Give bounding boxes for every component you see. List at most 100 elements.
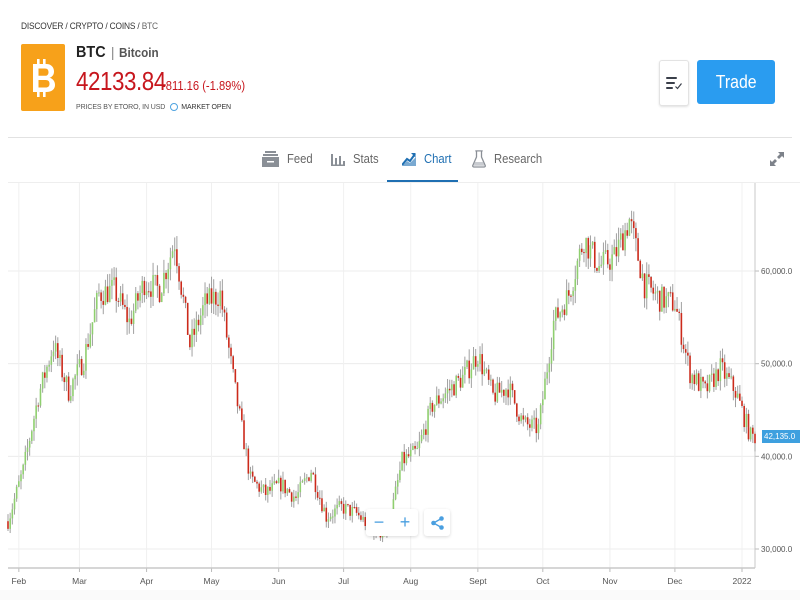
candle-up [485, 369, 488, 371]
share-button[interactable] [424, 509, 450, 536]
candle-down [650, 276, 652, 288]
x-tick-label: Jul [338, 576, 349, 586]
candle-up [336, 504, 338, 509]
candle-up [195, 319, 198, 335]
candle-down [689, 355, 691, 384]
candle-down [563, 309, 566, 315]
candle-down [596, 267, 598, 271]
candle-up [167, 269, 170, 280]
breadcrumb-crypto[interactable]: CRYPTO [70, 21, 104, 32]
candle-down [126, 306, 128, 323]
candle-down [178, 266, 180, 282]
candle-up [20, 474, 22, 482]
price-row: 42133.84 -811.16 (-1.89%) [76, 66, 259, 97]
candle-up [301, 480, 304, 483]
candle-up [160, 293, 163, 302]
candle-up [173, 249, 176, 252]
watchlist-icon [666, 77, 682, 90]
candle-up [163, 272, 165, 294]
current-price: 42133.84 [76, 66, 166, 96]
candle-down [704, 381, 706, 384]
candle-up [695, 373, 698, 385]
candle-down [713, 373, 715, 387]
candle-up [95, 292, 98, 310]
candle-down [587, 238, 590, 259]
candle-up [282, 479, 284, 492]
candle-up [78, 358, 81, 365]
tab-feed[interactable]: Feed [262, 138, 316, 180]
candle-up [35, 405, 37, 419]
candle-up [470, 369, 473, 379]
candle-up [451, 384, 453, 391]
candle-down [684, 349, 687, 353]
candle-down [360, 515, 362, 520]
x-tick-label: Sept [469, 576, 487, 586]
candle-down [290, 492, 293, 502]
candle-down [717, 369, 719, 382]
candle-down [522, 415, 525, 420]
candle-down [223, 309, 226, 313]
candle-up [574, 279, 577, 291]
watchlist-button[interactable] [659, 60, 689, 106]
tab-chart[interactable]: Chart [402, 138, 455, 180]
candle-up [405, 454, 408, 464]
candle-up [661, 286, 663, 312]
candle-up [667, 292, 670, 297]
market-status: MARKET OPEN [181, 103, 231, 111]
trade-button[interactable]: Trade [697, 60, 775, 104]
candle-down [754, 433, 756, 444]
tab-stats[interactable]: Stats [331, 138, 382, 180]
candle-up [719, 358, 722, 382]
candle-up [54, 343, 57, 352]
candle-up [262, 484, 265, 488]
candle-down [635, 228, 637, 239]
candle-up [604, 250, 607, 252]
candle-up [578, 248, 581, 261]
x-tick-label: Mar [72, 576, 87, 586]
candle-up [533, 417, 535, 420]
candle-down [626, 230, 629, 236]
candle-up [598, 266, 600, 271]
candle-up [169, 257, 172, 270]
candle-down [535, 417, 538, 434]
candle-up [440, 401, 442, 404]
candle-down [580, 248, 583, 253]
candle-up [171, 251, 174, 258]
x-tick-label: Apr [140, 576, 153, 586]
candle-up [306, 477, 308, 479]
candle-up [490, 379, 492, 381]
breadcrumb-discover[interactable]: DISCOVER [21, 21, 63, 32]
candle-down [197, 319, 200, 326]
candle-up [444, 393, 447, 399]
candle-down [702, 376, 704, 382]
candle-up [401, 451, 403, 471]
candle-up [299, 482, 302, 493]
x-tick-label: May [203, 576, 220, 586]
candle-up [331, 516, 334, 518]
candle-down [403, 451, 406, 464]
zoom-in-button[interactable]: + [392, 509, 418, 536]
candle-down [221, 290, 224, 310]
zoom-out-button[interactable]: − [366, 509, 392, 536]
candle-down [243, 420, 245, 450]
candle-down [747, 413, 750, 440]
candle-up [31, 431, 33, 441]
breadcrumb-coins[interactable]: COINS [110, 21, 136, 32]
candle-down [228, 337, 230, 348]
candle-down [676, 308, 678, 312]
candle-up [555, 307, 557, 321]
candle-up [26, 447, 29, 452]
price-chart[interactable]: 60,000.0 50,000.0 40,000.0 30,000.0 Feb Mar Ap… [0, 183, 800, 600]
tab-research[interactable]: Research [472, 138, 548, 180]
candle-down [217, 304, 219, 307]
candle-up [260, 487, 263, 492]
candle-up [461, 374, 464, 388]
candle-up [433, 404, 436, 412]
expand-button[interactable] [768, 150, 786, 168]
candle-up [338, 501, 341, 505]
candle-up [249, 471, 252, 474]
candle-up [93, 309, 96, 323]
candle-down [215, 291, 217, 305]
candle-up [665, 296, 668, 308]
candle-up [132, 310, 135, 324]
